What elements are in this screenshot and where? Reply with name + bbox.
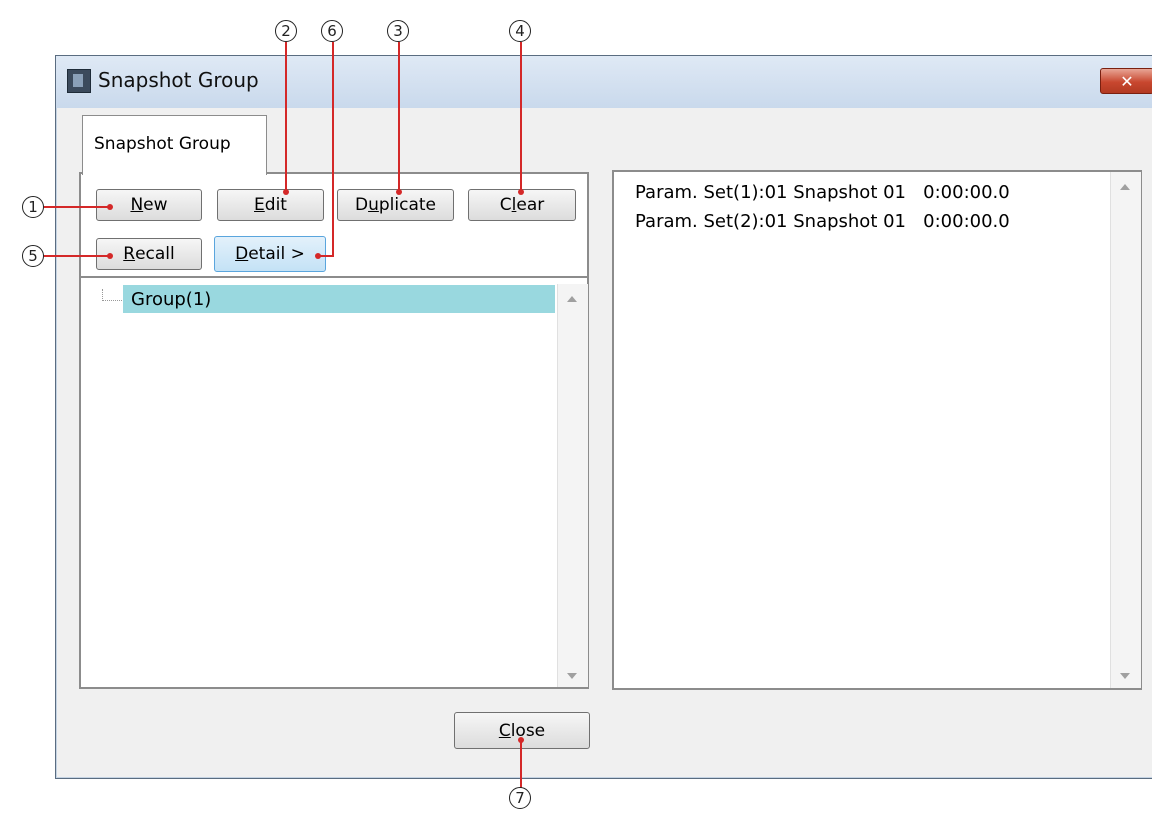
- scroll-down-icon[interactable]: [567, 673, 577, 679]
- detail-scrollbar[interactable]: [1110, 172, 1141, 688]
- list-item[interactable]: Param. Set(1):01 Snapshot 01 0:00:00.0: [635, 182, 1010, 203]
- edit-button[interactable]: Edit: [217, 189, 324, 221]
- list-item[interactable]: Param. Set(2):01 Snapshot 01 0:00:00.0: [635, 211, 1010, 232]
- callout-6: 6: [321, 20, 343, 42]
- scroll-down-icon[interactable]: [1120, 673, 1130, 679]
- scroll-up-icon[interactable]: [1120, 184, 1130, 190]
- callout-line-5: [44, 255, 110, 257]
- duplicate-button[interactable]: Du plicate: [337, 189, 454, 221]
- callout-dot-6: [315, 253, 321, 259]
- snapshot-detail-list: [612, 170, 1142, 690]
- app-icon: [67, 69, 91, 93]
- window-title: Snapshot Group: [98, 68, 259, 92]
- tab-snapshot-group[interactable]: Snapshot Group: [82, 115, 267, 175]
- tab-label: Snapshot Group: [94, 134, 231, 154]
- callout-line-7: [520, 740, 522, 788]
- tree-scrollbar[interactable]: [557, 284, 588, 687]
- close-button[interactable]: Close: [454, 712, 590, 749]
- callout-dot-1: [107, 204, 113, 210]
- callout-line-4: [520, 42, 522, 192]
- callout-line-3: [398, 42, 400, 192]
- callout-dot-7: [518, 737, 524, 743]
- callout-line-6: [332, 42, 334, 256]
- callout-2: 2: [275, 20, 297, 42]
- callout-dot-4: [518, 189, 524, 195]
- callout-4: 4: [509, 20, 531, 42]
- close-icon[interactable]: ✕: [1100, 68, 1152, 94]
- divider: [81, 276, 589, 278]
- detail-button[interactable]: Detail >: [214, 236, 326, 272]
- callout-line-2: [285, 42, 287, 192]
- callout-7: 7: [509, 787, 531, 809]
- callout-5: 5: [22, 245, 44, 267]
- callout-dot-2: [283, 189, 289, 195]
- tree-item-group[interactable]: Group(1): [123, 285, 555, 313]
- callout-dot-5: [107, 253, 113, 259]
- callout-1: 1: [22, 196, 44, 218]
- scroll-up-icon[interactable]: [567, 296, 577, 302]
- tree-connector: [102, 289, 122, 301]
- callout-dot-3: [396, 189, 402, 195]
- callout-line-1: [44, 206, 110, 208]
- callout-3: 3: [387, 20, 409, 42]
